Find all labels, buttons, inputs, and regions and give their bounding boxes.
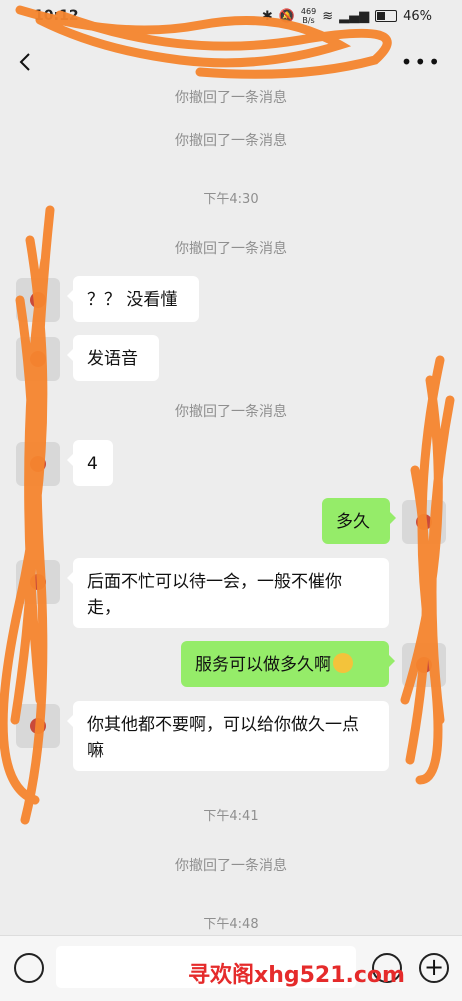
laughing-emoji-icon — [333, 653, 353, 673]
status-icons: ✱ 🔕 469 B/s ≋ ▂▄▆ 46% — [262, 7, 432, 25]
battery-percent: 46% — [403, 8, 432, 24]
outgoing-message[interactable]: 多久 — [322, 498, 396, 544]
network-speed: 469 B/s — [300, 7, 317, 25]
recall-notice: 你撤回了一条消息 — [175, 404, 287, 420]
avatar[interactable] — [16, 337, 60, 381]
redaction-scribble — [0, 5, 455, 825]
avatar[interactable] — [402, 643, 446, 687]
incoming-message[interactable]: 后面不忙可以待一会，一般不催你走， — [67, 558, 389, 628]
plus-icon[interactable]: + — [419, 953, 449, 983]
recall-notice: 你撤回了一条消息 — [175, 858, 287, 874]
watermark: 寻欢阁xhg521.com — [188, 963, 405, 988]
outgoing-message[interactable]: 服务可以做多久啊 — [181, 641, 395, 687]
chat-header: ••• — [0, 36, 462, 88]
wifi-icon: ≋ — [322, 8, 334, 24]
avatar[interactable] — [16, 704, 60, 748]
bluetooth-icon: ✱ — [261, 8, 273, 24]
timestamp: 下午4:30 — [203, 192, 259, 207]
battery-icon — [375, 10, 398, 22]
avatar[interactable] — [16, 560, 60, 604]
avatar[interactable] — [16, 442, 60, 486]
avatar[interactable] — [16, 278, 60, 322]
recall-notice: 你撤回了一条消息 — [175, 241, 287, 257]
mute-icon: 🔕 — [278, 8, 295, 24]
incoming-message[interactable]: 发语音 — [67, 335, 159, 381]
timestamp: 下午4:41 — [203, 809, 259, 824]
incoming-message[interactable]: 4 — [67, 440, 113, 486]
recall-notice: 你撤回了一条消息 — [175, 133, 287, 149]
timestamp: 下午4:48 — [203, 917, 259, 932]
status-bar: 10:12 ✱ 🔕 469 B/s ≋ ▂▄▆ 46% — [0, 0, 462, 34]
signal-icon: ▂▄▆ — [339, 8, 370, 24]
incoming-message[interactable]: ？？ 没看懂 — [67, 276, 199, 322]
back-icon[interactable] — [14, 50, 38, 74]
recall-notice: 你撤回了一条消息 — [175, 90, 287, 106]
incoming-message[interactable]: 你其他都不要啊，可以给你做久一点嘛 — [67, 701, 389, 771]
more-icon[interactable]: ••• — [401, 52, 442, 72]
status-time: 10:12 — [34, 8, 79, 24]
voice-input-icon[interactable] — [14, 953, 44, 983]
avatar[interactable] — [402, 500, 446, 544]
